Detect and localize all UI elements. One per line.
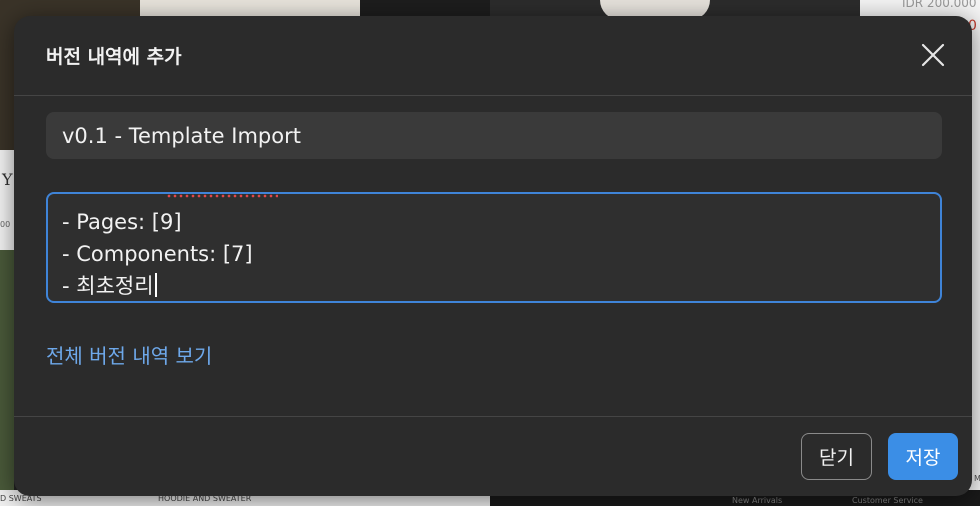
add-version-dialog: 버전 내역에 추가 - Pages: [9] - Components: [7]…: [14, 16, 972, 496]
bg-caption-service: Customer Service: [852, 496, 923, 505]
bg-caption-new: New Arrivals: [732, 496, 783, 505]
dialog-header: 버전 내역에 추가: [14, 16, 972, 96]
dialog-title: 버전 내역에 추가: [46, 46, 182, 68]
close-button[interactable]: 닫기: [801, 433, 872, 480]
dialog-footer: 닫기 저장: [14, 416, 972, 496]
bg-panel-left: [0, 150, 14, 250]
version-description-textarea[interactable]: - Pages: [9] - Components: [7] - 최초정리: [46, 192, 942, 303]
close-icon[interactable]: [920, 42, 946, 68]
text-caret: [154, 273, 157, 297]
bg-photo-6: [0, 250, 14, 490]
save-button[interactable]: 저장: [888, 433, 958, 480]
description-line-text: - 최초정리: [62, 274, 154, 298]
dialog-body: - Pages: [9] - Components: [7] - 최초정리 전체…: [14, 96, 972, 416]
description-text: - Pages: [9] - Components: [7] - 최초정리: [62, 194, 253, 301]
version-title-input[interactable]: [46, 112, 942, 159]
bg-side-digits: 00: [0, 220, 11, 229]
description-line-last: - 최초정리: [62, 270, 253, 301]
bg-edge-letter: M: [974, 474, 980, 483]
bg-side-letter: Y: [2, 170, 13, 189]
description-line: - Pages: [9]: [62, 210, 182, 234]
view-all-history-link[interactable]: 전체 버전 내역 보기: [46, 340, 212, 369]
bg-price: IDR 200.000: [902, 0, 977, 10]
description-line: - Components: [7]: [62, 242, 253, 266]
